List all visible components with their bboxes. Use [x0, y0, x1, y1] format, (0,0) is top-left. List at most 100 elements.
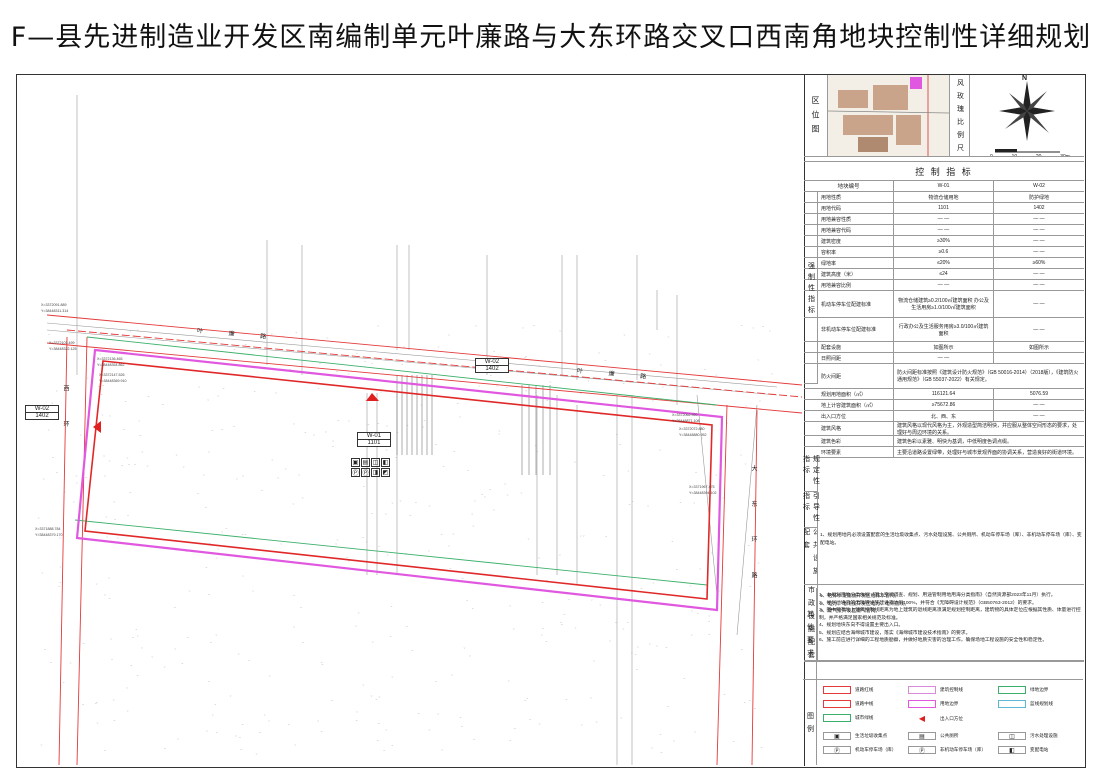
indicator-value-b: [994, 353, 1084, 363]
other-text: 1、本规划用地分类依据《国土空间调查、规划、用途管制用地用海分类指南》（自然资源…: [819, 592, 1081, 645]
garbage-point-icon: ▣: [351, 458, 360, 467]
indicator-value-b: 如图所示: [1028, 344, 1049, 351]
terrain-mark: ⌄: [595, 719, 598, 724]
terrain-mark: ⌄: [659, 361, 662, 366]
legend-icon-item: ▣ 生活垃圾收集点: [823, 732, 887, 740]
indicator-value-b: — —: [1033, 282, 1045, 288]
terrain-mark: ⌄: [690, 631, 693, 636]
terrain-mark: ⌄: [391, 674, 394, 679]
location-wind-row: 区 位 图 风 玫 瑰 比 例 尺 N: [804, 75, 1084, 157]
legend-swatch: [998, 686, 1026, 694]
scale-tick: 0: [990, 154, 993, 156]
terrain-mark: ⌄: [326, 335, 329, 340]
terrain-mark: ⌄: [41, 569, 44, 574]
terrain-mark: ⌄: [693, 500, 696, 505]
terrain-mark: ⌄: [715, 371, 718, 376]
terrain-mark: ⌄: [364, 358, 367, 363]
terrain-mark: ⌄: [220, 426, 223, 431]
public-text: 1、规划用地内必须设置配套的生活垃圾收集点、污水处理设施、公共厕所、机动车停车场…: [820, 533, 1082, 546]
terrain-mark: ⌄: [667, 333, 670, 338]
terrain-mark: ⌄: [466, 467, 469, 472]
indicator-header-row: 地块编号 W-01 W-02: [804, 181, 1084, 192]
indicator-value-a: ≤20%: [894, 258, 994, 268]
legend-icon-item: ◧ 变配电站: [998, 746, 1048, 754]
building-control-line: [84, 360, 713, 600]
terrain-mark: ⌄: [589, 695, 592, 700]
legend-icon-item: Ⓟ 机动车停车场（库）: [823, 746, 896, 755]
terrain-mark: ⌄: [399, 497, 402, 502]
indicator-value-a: 北、西、东: [894, 411, 994, 421]
terrain-mark: ⌄: [758, 397, 761, 402]
terrain-mark: ⌄: [390, 603, 393, 608]
terrain-mark: ⌄: [563, 611, 566, 616]
terrain-mark: ⌄: [708, 613, 711, 618]
indicator-value-b: — —: [1033, 249, 1045, 255]
public-facilities-row: 公 共 设 施 配 套 1、规划用地内必须设置配套的生活垃圾收集点、污水处理设施…: [804, 528, 1084, 585]
terrain-mark: ⌄: [196, 490, 199, 495]
indicator-value-b: — —: [1033, 227, 1045, 233]
legend-icon-item: Ⓟ 非机动车停车场（库）: [908, 746, 986, 755]
public-title: 公 共 设 施 配 套: [804, 528, 818, 584]
indicator-value-a: 物流仓储用地: [894, 192, 994, 202]
terrain-mark: ⌄: [301, 495, 304, 500]
parcel-use-code: 1402: [35, 413, 49, 419]
terrain-mark: ⌄: [370, 360, 373, 365]
facility-icons-w01: ▣ ▤ ◫ ◧ Ⓟ Ⓟ ◨ ◩: [351, 458, 390, 477]
terrain-mark: ⌄: [652, 579, 655, 584]
terrain-mark: ⌄: [239, 746, 242, 751]
terrain-mark: ⌄: [110, 636, 113, 641]
terrain-mark: ⌄: [492, 507, 495, 512]
legend-row: 图 例 道路红线 建筑控制线 绿地边界 道路中线 用地边界 蓝线规划线 城市绿线 ◀ 出入口方位…: [803, 680, 1083, 765]
indicator-value-b: ≥60%: [1032, 260, 1046, 266]
terrain-mark: ⌄: [124, 398, 127, 403]
terrain-mark: ⌄: [623, 332, 626, 337]
terrain-mark: ⌄: [205, 727, 208, 732]
terrain-mark: ⌄: [505, 384, 508, 389]
indicator-row: 建筑风格 建筑风格以现代风格为主，外观造型简洁明快，并应服从整体空间形态的要求，处…: [804, 422, 1084, 436]
terrain-mark: ⌄: [558, 327, 561, 332]
toilet-icon: ▤: [361, 458, 370, 467]
terrain-mark: ⌄: [506, 491, 509, 496]
legend-label: 建筑控制线: [940, 687, 963, 692]
terrain-mark: ⌄: [357, 609, 360, 614]
terrain-mark: ⌄: [744, 461, 747, 466]
road-label-west: 西 环: [62, 385, 68, 441]
terrain-mark: ⌄: [461, 575, 464, 580]
terrain-mark: ⌄: [480, 491, 483, 496]
terrain-mark: ⌄: [757, 357, 760, 362]
indicator-row: 用地代码 1101 1402: [804, 203, 1084, 214]
legend-item: 蓝线规划线: [998, 700, 1053, 708]
terrain-mark: ⌄: [683, 675, 686, 680]
coordinate-label: Y=38448379.170: [35, 533, 63, 537]
indicator-row: 防火间距 防火间距标准按照《建筑设计防火规范》（GB 50016-2014）（20…: [804, 364, 1084, 389]
indicator-name: 建筑密度: [818, 236, 894, 246]
terrain-mark: ⌄: [96, 719, 99, 724]
indicator-value-a: — —: [894, 214, 994, 224]
terrain-mark: ⌄: [55, 469, 58, 474]
coordinate-label: X=3372072.880: [679, 427, 705, 431]
terrain-mark: ⌄: [568, 596, 571, 601]
other-line: 2、规划地块内的无障碍设施建设率达到100%，并符合《无障碍设计规范》（GB50…: [819, 600, 1037, 606]
terrain-mark: ⌄: [423, 417, 426, 422]
legend-item: 绿地边界: [998, 686, 1048, 694]
terrain-mark: ⌄: [295, 329, 298, 334]
terrain-mark: ⌄: [447, 331, 450, 336]
terrain-mark: ⌄: [452, 531, 455, 536]
terrain-mark: ⌄: [126, 512, 129, 517]
terrain-mark: ⌄: [509, 737, 512, 742]
terrain-mark: ⌄: [744, 402, 747, 407]
terrain-mark: ⌄: [336, 537, 339, 542]
indicator-row: 规划用地面积（㎡） 116121.64 5076.59: [804, 389, 1084, 400]
indicator-row: 建筑密度 ≥30% — —: [804, 236, 1084, 247]
coordinate-label: Y=38448322.125: [49, 347, 77, 351]
terrain-mark: ⌄: [238, 734, 241, 739]
terrain-mark: ⌄: [122, 426, 125, 431]
terrain-mark: ⌄: [376, 737, 379, 742]
terrain-mark: ⌄: [498, 430, 501, 435]
terrain-mark: ⌄: [337, 417, 340, 422]
terrain-mark: ⌄: [740, 322, 743, 327]
legend-label: 污水处理设施: [1030, 733, 1058, 738]
terrain-mark: ⌄: [620, 714, 623, 719]
terrain-mark: ⌄: [377, 720, 380, 725]
facility-symbol-icon: ◧: [998, 746, 1026, 754]
